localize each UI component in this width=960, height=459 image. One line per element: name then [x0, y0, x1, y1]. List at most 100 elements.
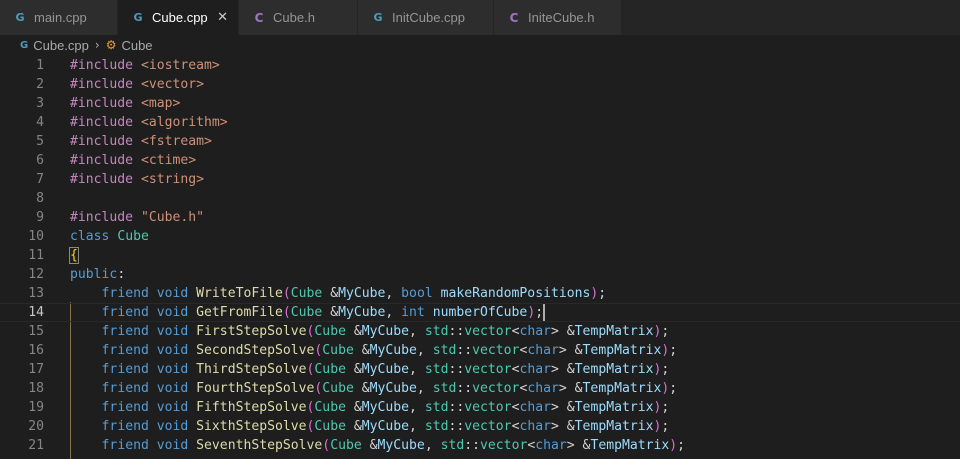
code-token: :: [448, 419, 465, 434]
code-text: { [69, 246, 79, 265]
code-token: ; [669, 381, 678, 396]
code-line[interactable]: 11 { [0, 246, 960, 265]
code-token: #include [70, 115, 141, 130]
code-token: friend [101, 438, 157, 453]
code-line[interactable]: 3 #include <map> [0, 94, 960, 113]
code-line[interactable]: 4 #include <algorithm> [0, 113, 960, 132]
code-token: ; [677, 438, 686, 453]
code-line[interactable]: 16 friend void SecondStepSolve(Cube &MyC… [0, 341, 960, 360]
line-number: 17 [28, 362, 44, 377]
code-line[interactable]: 8 [0, 189, 960, 208]
chevron-right-icon: › [94, 38, 100, 52]
code-token: MyCube [338, 305, 386, 320]
code-token: > & [551, 324, 575, 339]
code-token: Cube [322, 381, 362, 396]
code-text: #include "Cube.h" [70, 208, 204, 227]
code-token: ThirdStepSolve [196, 362, 307, 377]
code-line[interactable]: 21 friend void SeventhStepSolve(Cube &My… [0, 436, 960, 455]
code-line[interactable]: 19 friend void FifthStepSolve(Cube &MyCu… [0, 398, 960, 417]
breadcrumb-symbol[interactable]: Cube [121, 38, 152, 53]
code-line[interactable]: 17 friend void ThirdStepSolve(Cube &MyCu… [0, 360, 960, 379]
code-token: int [401, 305, 433, 320]
tab-initecube-h[interactable]: C IniteCube.h [494, 0, 622, 35]
tab-cube-cpp[interactable]: G Cube.cpp ✕ [118, 0, 239, 35]
code-token: std [440, 438, 465, 453]
code-line[interactable]: 7 #include <string> [0, 170, 960, 189]
code-line[interactable]: 12 public: [0, 265, 960, 284]
code-token: ; [535, 305, 544, 320]
code-token: bool [401, 286, 441, 301]
tab-initcube-cpp[interactable]: G InitCube.cpp [358, 0, 494, 35]
code-token: :: [448, 362, 465, 377]
code-line[interactable]: 10 class Cube [0, 227, 960, 246]
code-token: Cube [290, 286, 331, 301]
code-token: TempMatrix [574, 400, 654, 415]
code-token: Cube [314, 419, 354, 434]
code-token: #include [70, 153, 141, 168]
code-token: , [409, 400, 425, 415]
line-number: 21 [28, 438, 44, 453]
code-token: void [156, 400, 197, 415]
line-number: 12 [28, 267, 44, 282]
code-token: & [353, 419, 362, 434]
line-number: 4 [36, 115, 44, 130]
code-token: friend [101, 324, 157, 339]
code-token: , [409, 324, 425, 339]
code-token: public [70, 267, 118, 282]
code-editor[interactable]: 1 #include <iostream> 2 #include <vector> 3 #… [0, 55, 960, 459]
code-token: char [519, 419, 552, 434]
code-token: <map> [140, 96, 181, 111]
line-number: 5 [36, 134, 44, 149]
tab-main-cpp[interactable]: G main.cpp [0, 0, 118, 35]
code-token: FirstStepSolve [196, 324, 307, 339]
code-token: void [156, 343, 197, 358]
code-token: :: [448, 400, 465, 415]
code-token: MyCube [377, 438, 425, 453]
code-token: vector [464, 400, 512, 415]
code-token: friend [101, 343, 157, 358]
code-line[interactable]: 15 friend void FirstStepSolve(Cube &MyCu… [0, 322, 960, 341]
code-line[interactable]: 1 #include <iostream> [0, 56, 960, 75]
code-token: ; [661, 324, 670, 339]
code-token: MyCube [369, 343, 417, 358]
code-token: <algorithm> [140, 115, 228, 130]
code-token: #include [70, 96, 141, 111]
breadcrumb-file[interactable]: Cube.cpp [33, 38, 89, 53]
close-icon[interactable]: ✕ [217, 10, 228, 25]
code-token: ; [598, 286, 607, 301]
code-line[interactable]: 14 friend void GetFromFile(Cube &MyCube,… [0, 303, 960, 322]
code-line[interactable]: 18 friend void FourthStepSolve(Cube &MyC… [0, 379, 960, 398]
code-token: std [424, 362, 449, 377]
code-token: friend [101, 305, 157, 320]
code-token: vector [464, 362, 512, 377]
code-token: char [535, 438, 567, 453]
line-number: 14 [28, 305, 44, 320]
code-token: & [353, 400, 362, 415]
code-token: MyCube [361, 324, 410, 339]
code-token: void [156, 438, 197, 453]
code-token: & [353, 324, 362, 339]
code-token: #include [70, 210, 141, 225]
code-token: class [70, 229, 118, 244]
code-token: vector [464, 324, 512, 339]
code-text: #include <iostream> [70, 56, 220, 75]
tab-label: main.cpp [34, 10, 87, 25]
code-line[interactable]: 2 #include <vector> [0, 75, 960, 94]
code-line[interactable]: 9 #include "Cube.h" [0, 208, 960, 227]
code-token: MyCube [361, 400, 410, 415]
code-token: :: [464, 438, 481, 453]
class-symbol-icon: ⚙ [105, 38, 117, 52]
code-line[interactable]: 20 friend void SixthStepSolve(Cube &MyCu… [0, 417, 960, 436]
tab-cube-h[interactable]: C Cube.h [239, 0, 358, 35]
code-token: char [519, 362, 552, 377]
code-token: ; [661, 400, 670, 415]
code-line[interactable]: 13 friend void WriteToFile(Cube &MyCube,… [0, 284, 960, 303]
code-token: , [416, 343, 433, 358]
code-token: ) [669, 438, 678, 453]
code-line[interactable]: 5 #include <fstream> [0, 132, 960, 151]
cpp-file-icon: G [133, 11, 143, 24]
code-token: numberOfCube [432, 305, 528, 320]
editor-tab-bar: G main.cpp G Cube.cpp ✕ C Cube.h G InitC… [0, 0, 960, 35]
code-line[interactable]: 6 #include <ctime> [0, 151, 960, 170]
